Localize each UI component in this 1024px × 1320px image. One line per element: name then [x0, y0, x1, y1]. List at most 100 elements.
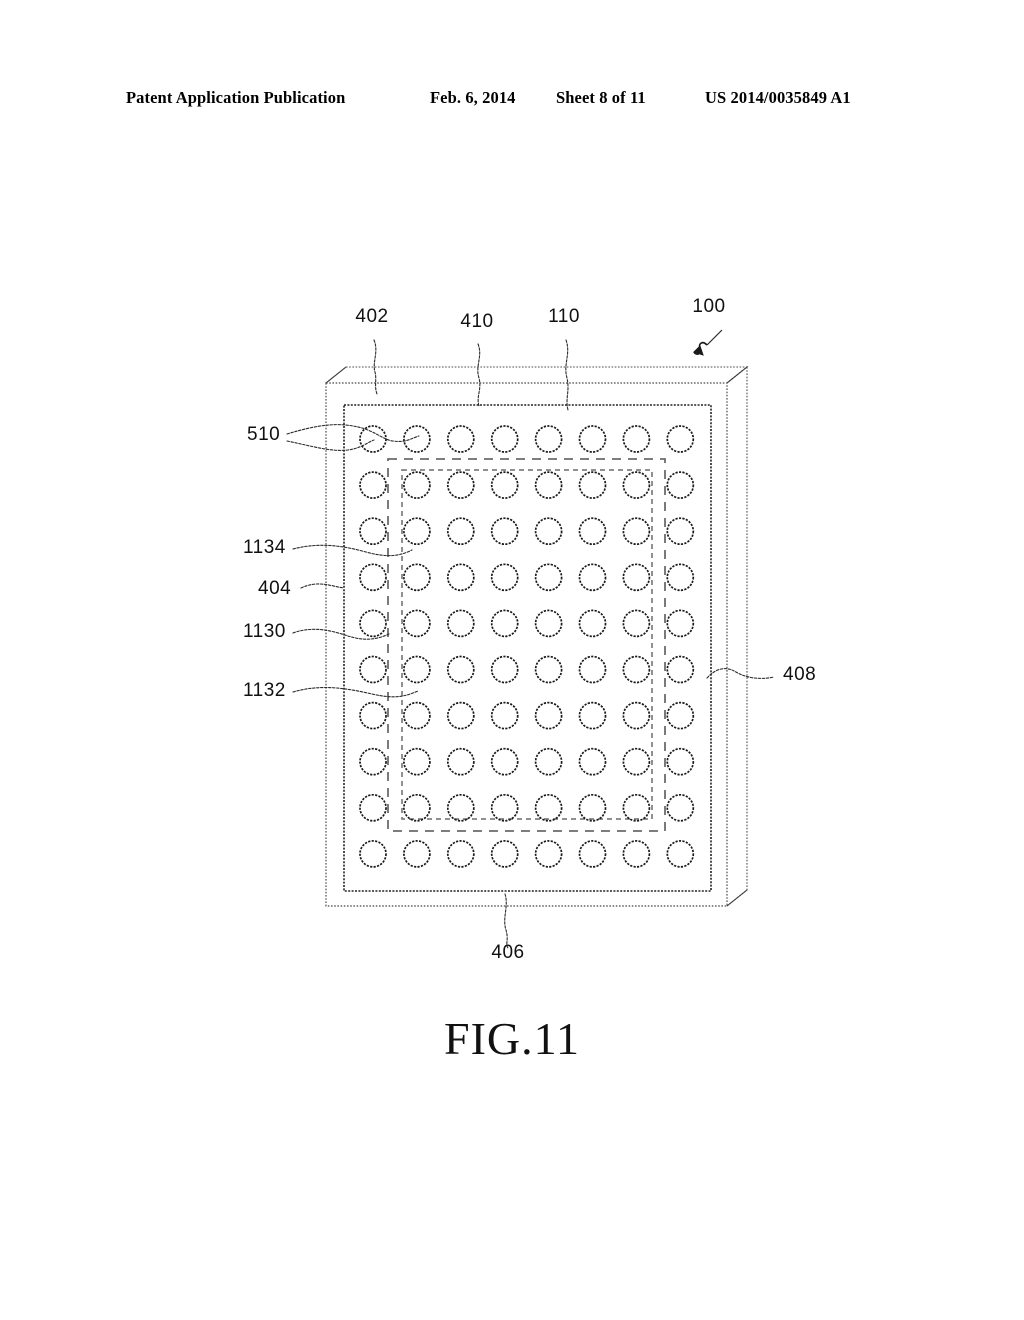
solder-ball — [666, 609, 695, 638]
reference-numeral-110: 110 — [548, 306, 580, 327]
reference-numeral-100: 100 — [692, 296, 725, 317]
solder-ball — [534, 747, 563, 776]
reference-numeral-group: 402 410 110 100 510 1134 404 1130 1132 408 406 — [243, 296, 816, 963]
solder-ball — [490, 563, 519, 592]
solder-ball — [359, 747, 387, 776]
solder-ball — [403, 563, 431, 592]
solder-ball — [534, 840, 563, 868]
solder-ball — [359, 701, 387, 730]
reference-numeral-1134: 1134 — [243, 537, 286, 558]
solder-ball — [578, 563, 607, 592]
reference-numeral-1132: 1132 — [243, 680, 286, 701]
solder-ball — [578, 609, 607, 638]
solder-ball — [446, 747, 475, 776]
solder-ball — [490, 517, 519, 546]
solder-ball — [534, 517, 563, 546]
reference-numeral-404: 404 — [258, 578, 291, 599]
reference-numeral-510: 510 — [247, 424, 280, 445]
solder-ball — [490, 701, 519, 730]
leader-lines — [286, 339, 775, 949]
solder-ball — [403, 793, 431, 822]
solder-ball — [534, 655, 563, 684]
solder-ball — [666, 701, 695, 730]
package-top-face — [325, 366, 749, 384]
solder-ball — [403, 701, 431, 730]
figure-caption: FIG.11 — [444, 1013, 580, 1064]
solder-ball — [666, 471, 695, 499]
solder-ball — [490, 425, 519, 453]
solder-ball — [622, 655, 651, 684]
solder-ball — [403, 840, 431, 868]
solder-ball — [578, 793, 607, 822]
solder-ball — [666, 425, 695, 453]
solder-ball — [403, 609, 431, 638]
solder-ball — [359, 793, 387, 822]
solder-ball — [622, 793, 651, 822]
patent-page: Patent Application Publication Feb. 6, 2… — [0, 0, 1024, 1320]
solder-ball — [578, 471, 607, 499]
solder-ball — [666, 563, 695, 592]
solder-ball — [578, 747, 607, 776]
solder-ball — [359, 563, 387, 592]
inner-frame — [343, 404, 712, 892]
solder-ball — [490, 840, 519, 868]
solder-ball — [403, 471, 431, 499]
solder-ball — [622, 609, 651, 638]
solder-ball — [490, 609, 519, 638]
reference-numeral-406: 406 — [491, 942, 524, 963]
solder-ball — [622, 747, 651, 776]
solder-ball — [534, 471, 563, 499]
reference-numeral-402: 402 — [355, 306, 388, 327]
solder-ball — [446, 425, 475, 453]
solder-ball — [490, 793, 519, 822]
dashed-region-1130 — [387, 458, 666, 832]
reference-numeral-408: 408 — [783, 664, 816, 685]
package-corner-edges — [325, 366, 748, 907]
solder-ball — [446, 471, 475, 499]
solder-ball — [622, 517, 651, 546]
solder-ball — [359, 840, 387, 868]
reference-numeral-1130: 1130 — [243, 621, 286, 642]
solder-ball — [622, 425, 651, 453]
ball-grid-array — [359, 425, 695, 868]
solder-ball — [359, 471, 387, 499]
solder-ball — [622, 701, 651, 730]
solder-ball — [446, 563, 475, 592]
solder-ball — [403, 655, 431, 684]
solder-ball — [622, 471, 651, 499]
solder-ball — [359, 425, 387, 453]
figure-drawing: 402 410 110 100 510 1134 404 1130 1132 408 406 — [243, 296, 816, 963]
solder-ball — [534, 701, 563, 730]
solder-ball — [534, 425, 563, 453]
solder-ball — [403, 517, 431, 546]
solder-ball — [446, 793, 475, 822]
figure-11: 402 410 110 100 510 1134 404 1130 1132 408 406 FIG… — [0, 0, 1024, 1320]
solder-ball — [578, 655, 607, 684]
solder-ball — [534, 609, 563, 638]
solder-ball — [666, 517, 695, 546]
solder-ball — [446, 609, 475, 638]
solder-ball — [403, 747, 431, 776]
package-front-face — [325, 382, 728, 907]
solder-ball — [666, 655, 695, 684]
solder-ball — [622, 563, 651, 592]
solder-ball — [666, 793, 695, 822]
solder-ball — [666, 747, 695, 776]
solder-ball — [666, 840, 695, 868]
solder-ball — [578, 517, 607, 546]
solder-ball — [359, 517, 387, 546]
solder-ball — [490, 655, 519, 684]
package-right-face — [726, 365, 748, 907]
solder-ball — [578, 840, 607, 868]
solder-ball — [446, 840, 475, 868]
solder-ball — [446, 655, 475, 684]
solder-ball — [359, 655, 387, 684]
solder-ball — [534, 793, 563, 822]
solder-ball — [490, 747, 519, 776]
solder-ball — [578, 701, 607, 730]
solder-ball — [446, 517, 475, 546]
solder-ball — [534, 563, 563, 592]
solder-ball — [446, 701, 475, 730]
solder-ball — [403, 425, 431, 453]
solder-ball — [578, 425, 607, 453]
